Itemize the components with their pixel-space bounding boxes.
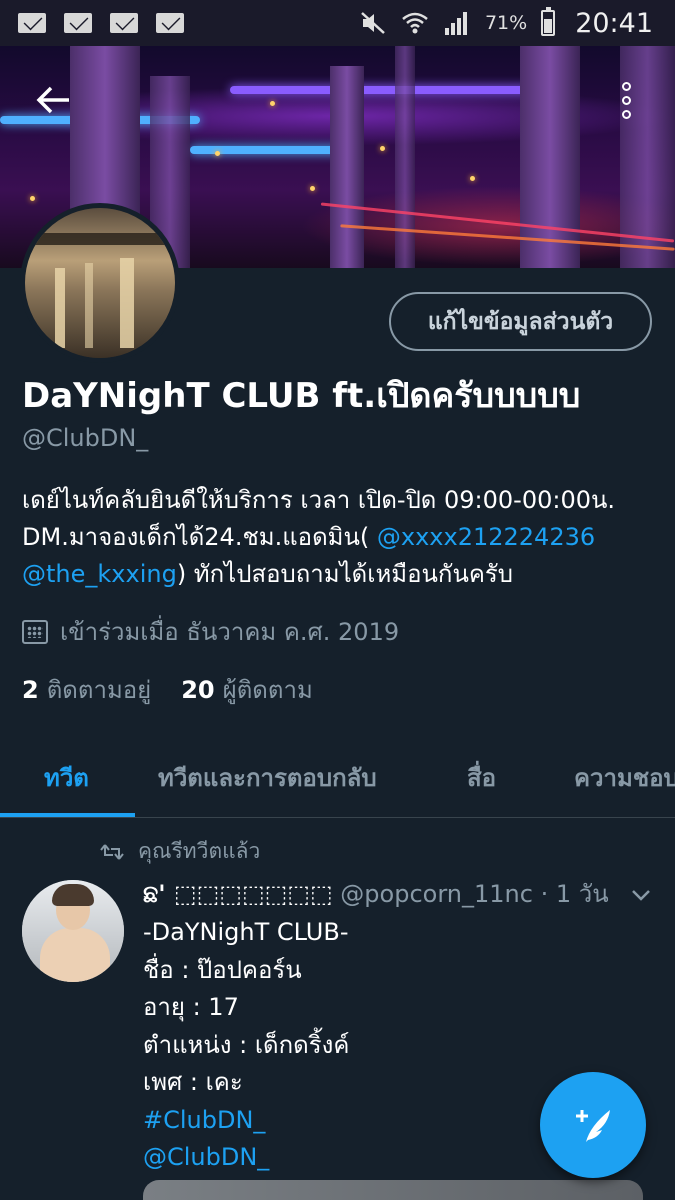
wifi-icon xyxy=(402,12,428,34)
bio-mention-link[interactable]: @the_kxxing xyxy=(22,560,177,588)
tweet-author-handle[interactable]: @popcorn_11nc xyxy=(340,880,533,908)
mail-icon xyxy=(64,13,92,33)
profile-tabs: ทวีต ทวีตและการตอบกลับ สื่อ ความชอบ xyxy=(0,740,675,818)
more-vertical-icon xyxy=(621,81,631,91)
clock: 20:41 xyxy=(575,7,653,39)
tweet-header: ଛ' ⬚⬚⬚⬚⬚⬚⬚ @popcorn_11nc · 1 วัน xyxy=(143,874,609,913)
system-icons: 71% 20:41 xyxy=(359,7,653,39)
joined-date: เข้าร่วมเมื่อ ธันวาคม ค.ศ. 2019 xyxy=(22,612,399,651)
edit-profile-button[interactable]: แก้ไขข้อมูลส่วนตัว xyxy=(389,292,652,351)
calendar-icon xyxy=(22,619,48,644)
battery-icon xyxy=(541,7,556,36)
tab-media[interactable]: สื่อ xyxy=(467,758,496,797)
compose-tweet-icon xyxy=(576,1110,610,1142)
follow-stats: 2 ติดตามอยู่ 20 ผู้ติดตาม xyxy=(22,670,313,709)
mail-icon xyxy=(156,13,184,33)
mute-icon xyxy=(361,12,385,34)
notification-icons xyxy=(18,13,184,33)
profile-bio: เดย์ไนท์คลับยินดีให้บริการ เวลา เปิด-ปิด… xyxy=(22,486,616,588)
followers-link[interactable]: 20 ผู้ติดตาม xyxy=(181,670,313,709)
tab-likes[interactable]: ความชอบ xyxy=(574,758,675,797)
tweet-media[interactable] xyxy=(143,1180,643,1200)
bio-mention-link[interactable]: @xxxx212224236 xyxy=(377,523,595,551)
profile-handle: @ClubDN_ xyxy=(22,424,149,452)
chevron-down-icon[interactable] xyxy=(628,882,654,908)
tab-tweets-replies[interactable]: ทวีตและการตอบกลับ xyxy=(158,758,377,797)
retweet-indicator: คุณรีทวีตแล้ว xyxy=(100,835,260,868)
mail-icon xyxy=(110,13,138,33)
status-bar: 71% 20:41 xyxy=(0,0,675,46)
following-link[interactable]: 2 ติดตามอยู่ xyxy=(22,670,151,709)
back-button[interactable] xyxy=(28,80,78,120)
mail-icon xyxy=(18,13,46,33)
arrow-left-icon xyxy=(36,86,69,114)
more-options-button[interactable] xyxy=(608,75,644,125)
tweet-author-name[interactable]: ଛ' ⬚⬚⬚⬚⬚⬚⬚ xyxy=(143,880,333,908)
active-tab-indicator xyxy=(0,813,135,817)
profile-avatar[interactable] xyxy=(20,203,180,363)
display-name: DaYNighT CLUB ft.เปิดครับบบบบ xyxy=(22,376,581,416)
compose-tweet-button[interactable] xyxy=(540,1072,646,1178)
tab-tweets[interactable]: ทวีต xyxy=(44,758,89,797)
tweet-time: · 1 วัน xyxy=(540,880,609,908)
battery-percent: 71% xyxy=(484,12,528,34)
retweet-icon xyxy=(100,843,124,860)
tweet-author-avatar[interactable] xyxy=(22,880,124,982)
signal-icon xyxy=(444,12,467,35)
